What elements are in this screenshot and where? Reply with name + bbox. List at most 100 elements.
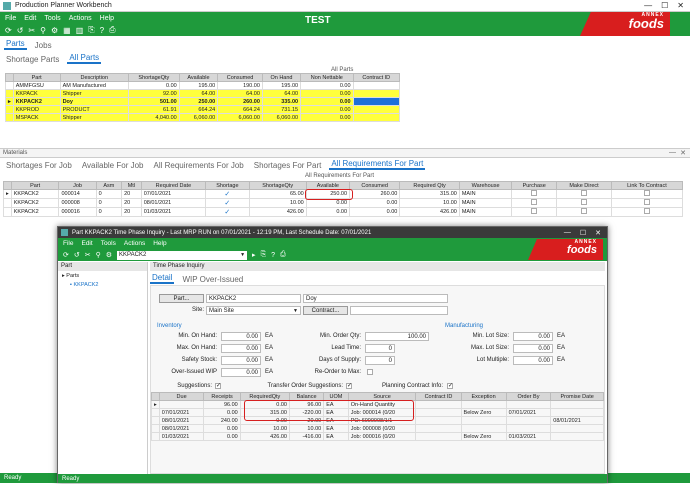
over-issued-wip-field[interactable]: 0.00 [221,368,261,377]
link-to-contract-checkbox[interactable] [643,190,650,196]
grid-icon[interactable]: ▦ [63,26,71,35]
tools-icon[interactable]: ✂ [85,251,91,259]
part-button[interactable]: Part... [159,294,204,303]
part-combo[interactable]: KKPACK2 ▼ [117,250,248,260]
col-due[interactable]: Due [158,392,205,401]
chart-icon[interactable]: ▥ [76,26,84,35]
table-row-selected[interactable]: ▸ KKPACK2 Doy 501.00 250.00 260.00 335.0… [5,97,401,106]
tab-parts[interactable]: Parts [4,39,27,50]
col-non-nettable[interactable]: Non Nettable [300,73,354,82]
tab-all-requirements-for-part[interactable]: All Requirements For Part [329,159,426,170]
days-of-supply-field[interactable]: 0 [365,356,395,365]
col-order-by[interactable]: Order By [505,392,552,401]
col-part[interactable]: Part [12,73,61,82]
col-contract-id[interactable]: Contract ID [415,392,462,401]
table-row[interactable]: KKPROD PRODUCT 61.91 664.24 664.24 731.1… [5,105,401,114]
close-panel-icon[interactable]: ✕ [680,149,686,157]
min-order-qty-field[interactable]: 100.00 [365,332,429,341]
col-purchase[interactable]: Purchase [511,181,558,190]
col-make-direct[interactable]: Make Direct [556,181,612,190]
menu-file[interactable]: File [63,240,73,247]
col-consumed[interactable]: Consumed [349,181,401,190]
table-row[interactable]: KKPACK2 000016 0 20 01/03/2021 ✓ 426.00 … [3,207,684,217]
table-row[interactable]: MSPACK Shipper 4,040.00 6,060.00 6,060.0… [5,113,401,122]
purchase-checkbox[interactable] [531,208,538,214]
reorder-to-max-checkbox[interactable] [367,369,373,375]
safety-stock-field[interactable]: 0.00 [221,356,261,365]
menu-tools[interactable]: Tools [44,15,60,22]
col-part[interactable]: Part [10,181,60,190]
maximize-icon[interactable]: ☐ [580,229,586,237]
tab-jobs[interactable]: Jobs [33,41,54,50]
menu-help[interactable]: Help [153,240,166,247]
col-exception[interactable]: Exception [460,392,507,401]
minimize-panel-icon[interactable]: — [669,149,676,156]
refresh-icon[interactable]: ⟳ [5,26,12,35]
minimize-icon[interactable]: — [564,229,571,237]
tab-detail[interactable]: Detail [150,273,175,284]
table-row[interactable]: 01/03/2021 0.00 426.00 -416.00 EA Job: 0… [151,432,604,441]
table-row[interactable]: AMMFGSU AM Manufactured 0.00 195.00 190.… [5,81,401,90]
tab-shortages-for-part[interactable]: Shortages For Part [252,161,324,170]
menu-actions[interactable]: Actions [69,15,92,22]
tab-available-for-job[interactable]: Available For Job [80,161,146,170]
col-description[interactable]: Description [59,73,130,82]
suggestions-checkbox[interactable]: ✓ [215,383,221,389]
tab-wip-over-issued[interactable]: WIP Over-Issued [180,275,245,284]
help-icon[interactable]: ? [100,26,104,35]
attach-icon[interactable]: ⎘ [88,25,94,35]
menu-tools[interactable]: Tools [101,240,116,247]
lead-time-field[interactable]: 0 [365,344,395,353]
col-shortage[interactable]: Shortage [205,181,250,190]
purchase-checkbox[interactable] [531,190,538,196]
col-shortage-qty[interactable]: ShortageQty [128,73,180,82]
group-icon[interactable]: ⚙ [106,251,112,259]
table-row[interactable]: KKPACK Shipper 92.00 64.00 64.00 64.00 0… [5,89,401,98]
col-link-to-contract[interactable]: Link To Contract [610,181,684,190]
col-job[interactable]: Job [58,181,97,190]
col-on-hand[interactable]: On Hand [261,73,302,82]
part-field[interactable]: KKPACK2 [206,294,301,303]
close-icon[interactable]: ✕ [677,1,684,10]
table-row[interactable]: 08/01/2021 0.00 10.00 10.00 EA Job: 0000… [151,424,604,433]
make-direct-checkbox[interactable] [581,199,587,205]
link-to-contract-checkbox[interactable] [643,199,650,205]
pin-icon[interactable]: ⚲ [40,26,46,35]
purchase-checkbox[interactable] [531,199,538,205]
tab-shortage-parts[interactable]: Shortage Parts [4,55,61,64]
col-required-date[interactable]: Required Date [140,181,207,190]
lot-multiple-field[interactable]: 0.00 [513,356,553,365]
max-lot-size-field[interactable]: 0.00 [513,344,553,353]
col-asm[interactable]: Asm [95,181,123,190]
transfer-order-suggestions-checkbox[interactable]: ✓ [346,383,352,389]
tab-shortages-for-job[interactable]: Shortages For Job [4,161,74,170]
menu-edit[interactable]: Edit [81,240,92,247]
make-direct-checkbox[interactable] [581,208,587,214]
maximize-icon[interactable]: ☐ [661,1,668,10]
menu-actions[interactable]: Actions [124,240,145,247]
col-contract-id[interactable]: Contract ID [352,73,401,82]
cell[interactable] [352,97,401,106]
max-on-hand-field[interactable]: 0.00 [221,344,261,353]
min-on-hand-field[interactable]: 0.00 [221,332,261,341]
link-to-contract-checkbox[interactable] [643,208,650,214]
planning-contract-info-checkbox[interactable]: ✓ [447,383,453,389]
help-icon[interactable]: ? [271,252,275,259]
contract-button[interactable]: Contract... [303,306,348,315]
undo-icon[interactable]: ↺ [74,251,80,259]
min-lot-size-field[interactable]: 0.00 [513,332,553,341]
chevron-down-icon[interactable]: ▼ [240,251,245,260]
tab-all-parts[interactable]: All Parts [67,53,102,64]
next-icon[interactable]: ▸ [252,251,256,259]
make-direct-checkbox[interactable] [581,190,587,196]
pin-icon[interactable]: ⚲ [96,251,101,259]
group-icon[interactable]: ⚙ [51,26,58,35]
attach-icon[interactable]: ⎘ [261,251,267,259]
col-consumed[interactable]: Consumed [217,73,263,82]
site-select[interactable]: Main Site ▼ [206,306,301,315]
col-promise-date[interactable]: Promise Date [550,392,604,401]
contract-field[interactable] [350,306,448,315]
col-required-qty[interactable]: Required Qty [399,181,460,190]
chevron-down-icon[interactable]: ▼ [293,307,298,315]
refresh-icon[interactable]: ⟳ [63,251,69,259]
